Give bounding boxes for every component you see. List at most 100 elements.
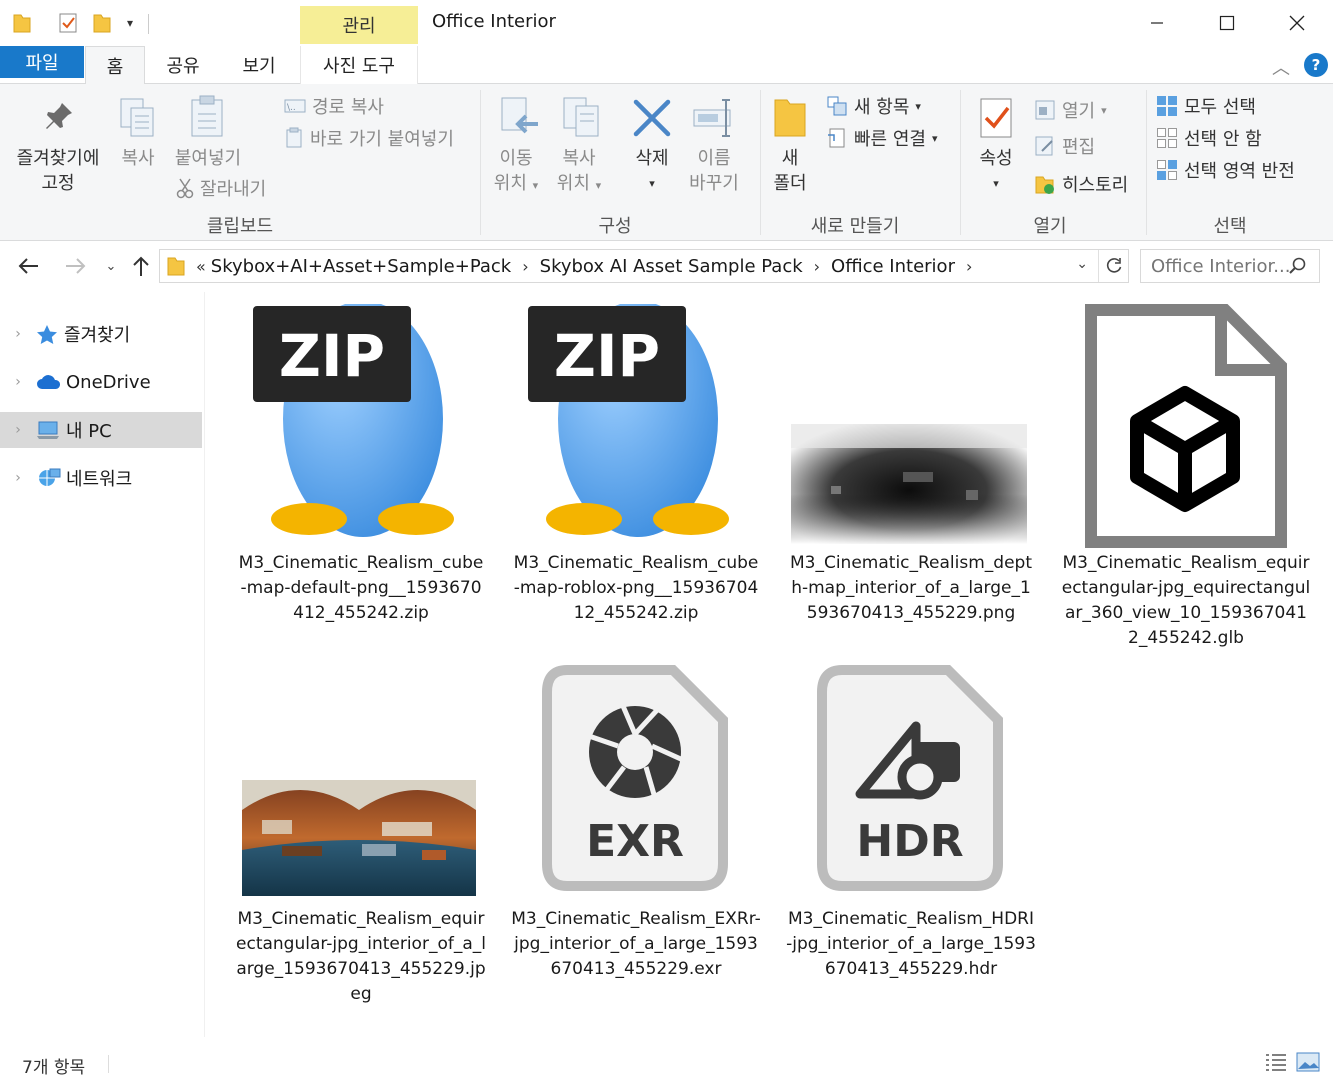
hdr-file-icon: HDR [817, 665, 1003, 891]
up-button[interactable] [128, 253, 154, 279]
copy-button[interactable]: 복사 [112, 146, 164, 171]
tab-share-label: 공유 [166, 56, 200, 77]
new-folder-button[interactable]: 새 폴더 [766, 146, 814, 196]
organize-group-label: 구성 [598, 216, 632, 237]
window-title: Office Interior [432, 11, 556, 32]
help-icon[interactable]: ? [1304, 53, 1328, 77]
open-dropdown-icon: ▾ [1101, 103, 1107, 117]
onedrive-cloud-icon [37, 375, 61, 389]
expand-chevron-icon[interactable]: › [0, 326, 36, 342]
zip-archive-icon: ZIP [528, 304, 729, 537]
copy-path-button[interactable]: \.. 경로 복사 [284, 92, 384, 120]
select-all-button[interactable]: 모두 선택 [1156, 92, 1256, 120]
select-none-icon [1157, 128, 1177, 148]
select-none-button[interactable]: 선택 안 함 [1156, 124, 1262, 152]
nav-item-quick-access[interactable]: › 즐겨찾기 [0, 316, 202, 352]
ribbon-group-divider [760, 90, 761, 235]
properties-icon [980, 98, 1012, 138]
network-icon [39, 468, 61, 486]
history-button[interactable]: 히스토리 [1034, 170, 1128, 198]
breadcrumb-item[interactable]: Skybox+AI+Asset+Sample+Pack [211, 256, 511, 277]
expand-chevron-icon[interactable]: › [0, 374, 36, 390]
tab-home[interactable]: 홈 [85, 46, 145, 85]
new-folder-icon [774, 99, 806, 137]
nav-item-onedrive[interactable]: › OneDrive [0, 364, 202, 400]
file-item[interactable]: HDR M3_Cinematic_Realism_HDRI-jpg_interi… [786, 660, 1036, 990]
new-folder-quick-access-icon[interactable] [90, 10, 114, 36]
breadcrumb-item-current[interactable]: Office Interior [831, 256, 955, 277]
select-all-label: 모두 선택 [1184, 97, 1256, 118]
file-item[interactable]: M3_Cinematic_Realism_equirectangular-jpg… [236, 660, 486, 1004]
file-item[interactable]: EXR M3_Cinematic_Realism_EXRr-jpg_interi… [511, 660, 761, 990]
file-item[interactable]: M3_Cinematic_Realism_depth-map_interior_… [786, 304, 1036, 634]
tab-share[interactable]: 공유 [155, 46, 211, 84]
ribbon-group-divider [480, 90, 481, 235]
pin-to-quick-access-button[interactable]: 즐겨찾기에 고정 [8, 146, 108, 196]
tab-view-label: 보기 [242, 56, 276, 77]
copy-to-button[interactable]: 복사 위치 ▾ [550, 146, 608, 198]
properties-button[interactable]: 속성 ▾ [970, 146, 1022, 196]
refresh-button[interactable] [1098, 250, 1128, 282]
forward-button[interactable] [62, 253, 88, 279]
back-button[interactable] [16, 253, 42, 279]
move-to-icon [501, 97, 538, 134]
edit-button[interactable]: 편집 [1034, 132, 1095, 160]
delete-button[interactable]: 삭제 ▾ [624, 146, 680, 196]
close-icon [1289, 15, 1305, 31]
paste-shortcut-button[interactable]: 바로 가기 붙여넣기 [284, 124, 454, 152]
cut-button[interactable]: 잘라내기 [176, 174, 266, 202]
scissors-icon [176, 178, 194, 199]
tab-view[interactable]: 보기 [230, 46, 288, 84]
details-view-button[interactable] [1264, 1051, 1288, 1077]
address-bar[interactable]: « Skybox+AI+Asset+Sample+Pack › Skybox A… [159, 249, 1129, 283]
large-icons-view-button[interactable] [1296, 1051, 1320, 1077]
file-name: M3_Cinematic_Realism_cube-map-roblox-png… [513, 553, 759, 623]
breadcrumb-chevron-icon[interactable]: › [966, 257, 972, 276]
new-item-button[interactable]: 새 항목 ▾ [826, 92, 921, 120]
properties-label: 속성 [979, 148, 1013, 169]
address-dropdown-icon[interactable]: ⌄ [1076, 256, 1088, 272]
tab-file[interactable]: 파일 [0, 46, 84, 78]
rename-button[interactable]: 이름 바꾸기 [682, 146, 746, 196]
close-button[interactable] [1262, 0, 1332, 46]
nav-item-network[interactable]: › 네트워크 [0, 460, 202, 496]
maximize-button[interactable] [1192, 0, 1262, 46]
invert-selection-button[interactable]: 선택 영역 반전 [1156, 156, 1295, 184]
search-box[interactable] [1140, 249, 1320, 283]
minimize-button[interactable] [1122, 0, 1192, 46]
collapse-ribbon-icon[interactable]: ︿ [1272, 54, 1290, 80]
move-to-button[interactable]: 이동 위치 ▾ [488, 146, 544, 198]
open-button[interactable]: 열기 ▾ [1034, 96, 1107, 124]
recent-locations-button[interactable]: ⌄ [98, 253, 124, 279]
search-input[interactable] [1151, 255, 1289, 277]
file-item[interactable]: ZIP M3_Cinematic_Realism_cube-map-defaul… [236, 304, 486, 634]
copy-label: 복사 [121, 148, 155, 169]
paste-button[interactable]: 붙여넣기 [166, 146, 250, 171]
breadcrumb-chevron-icon[interactable]: › [522, 257, 528, 276]
tab-photo-tools[interactable]: 사진 도구 [300, 46, 418, 84]
up-arrow-icon [133, 256, 149, 276]
expand-chevron-icon[interactable]: › [0, 470, 36, 486]
new-group-label: 새로 만들기 [810, 216, 900, 237]
file-name: M3_Cinematic_Realism_equirectangular-jpg… [1061, 553, 1311, 648]
breadcrumb-chevron-icon[interactable]: › [814, 257, 820, 276]
edit-label: 편집 [1062, 137, 1096, 158]
expand-chevron-icon[interactable]: › [0, 422, 36, 438]
properties-quick-access-icon[interactable] [56, 10, 80, 36]
details-view-icon [1266, 1054, 1286, 1071]
breadcrumb-overflow[interactable]: « [196, 257, 206, 276]
navigation-bar: ⌄ « Skybox+AI+Asset+Sample+Pack › Skybox… [0, 242, 1333, 292]
exr-file-icon: EXR [542, 665, 728, 891]
customize-quick-access-icon[interactable]: ▾ [118, 10, 142, 36]
copy-to-dropdown-icon: ▾ [595, 179, 602, 192]
ribbon-group-divider [960, 90, 961, 235]
minimize-icon [1151, 22, 1163, 24]
file-item[interactable]: M3_Cinematic_Realism_equirectangular-jpg… [1061, 304, 1311, 664]
file-item[interactable]: ZIP M3_Cinematic_Realism_cube-map-roblox… [511, 304, 761, 634]
rename-label-line1: 이름 [697, 148, 731, 169]
3d-model-file-icon [1085, 304, 1287, 548]
nav-item-this-pc[interactable]: › 내 PC [0, 412, 202, 448]
breadcrumb-item[interactable]: Skybox AI Asset Sample Pack [540, 256, 803, 277]
easy-access-button[interactable]: 빠른 연결 ▾ [826, 124, 938, 152]
rename-label-line2: 바꾸기 [689, 173, 739, 194]
